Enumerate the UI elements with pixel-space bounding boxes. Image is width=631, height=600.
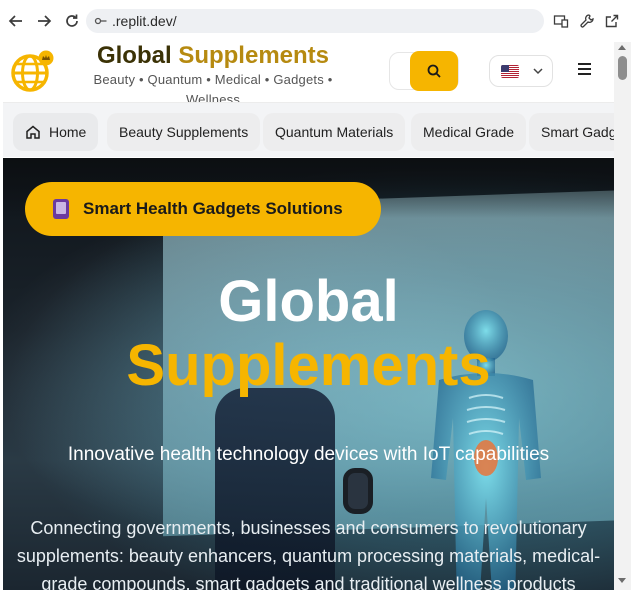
hero-title-line1: Global [218,269,399,334]
screen-share-icon [553,15,569,28]
cast-button[interactable] [551,11,571,31]
nav-item-label: Beauty Supplements [119,124,249,140]
reload-button[interactable] [62,11,82,31]
site-info-icon[interactable] [94,14,108,28]
mobile-phone-icon [53,199,69,219]
nav-item-smart-gadgets[interactable]: Smart Gadgets [529,113,614,151]
url-text: .replit.dev/ [112,13,177,29]
external-link-icon [605,14,619,28]
language-selector[interactable] [489,55,553,87]
back-button[interactable] [6,11,26,31]
nav-item-label: Smart Gadgets [541,124,614,140]
search-button[interactable] [410,51,458,91]
arrow-right-icon [38,15,52,27]
nav-item-home[interactable]: Home [13,113,99,151]
reload-icon [66,14,78,27]
forward-button[interactable] [34,11,54,31]
hero-section: Smart Health Gadgets Solutions Global Su… [3,158,614,590]
brand-block[interactable]: Global Supplements Beauty • Quantum • Me… [69,42,357,110]
hero-tagline: Innovative health technology devices wit… [67,444,550,465]
wrench-icon [580,14,594,28]
globe-logo-icon[interactable] [10,49,54,93]
open-new-window-button[interactable] [602,11,622,31]
nav-item-medical-grade[interactable]: Medical Grade [411,113,527,151]
scroll-up-arrow-icon[interactable] [618,45,626,50]
hamburger-menu-icon[interactable] [577,62,593,76]
nav-item-label: Home [49,124,87,140]
arrow-left-icon [8,15,22,27]
scrollbar-thumb[interactable] [618,56,627,80]
category-nav: Home Beauty Supplements Quantum Material… [3,102,614,157]
web-page: Global Supplements Beauty • Quantum • Me… [3,42,614,590]
nav-item-beauty-supplements[interactable]: Beauty Supplements [107,113,261,151]
hero-badge[interactable]: Smart Health Gadgets Solutions [25,182,381,236]
page-scrollbar[interactable] [614,42,631,590]
hero-background-watch [343,468,373,514]
scroll-down-arrow-icon[interactable] [618,578,626,583]
nav-item-label: Quantum Materials [275,124,394,140]
nav-item-label: Medical Grade [423,124,515,140]
chevron-down-icon [533,68,543,75]
home-icon [26,125,40,139]
hero-description: Connecting governments, businesses and c… [16,518,601,590]
site-header: Global Supplements Beauty • Quantum • Me… [3,42,614,107]
hero-title-line2: Supplements [126,333,491,398]
hero-badge-label: Smart Health Gadgets Solutions [83,199,343,218]
address-bar[interactable]: .replit.dev/ [86,9,544,33]
site-title: Global Supplements [96,42,330,69]
devtools-button[interactable] [577,11,597,31]
browser-toolbar: .replit.dev/ [0,0,631,42]
us-flag-icon [501,65,519,78]
nav-item-quantum-materials[interactable]: Quantum Materials [263,113,406,151]
search-icon [427,64,441,78]
